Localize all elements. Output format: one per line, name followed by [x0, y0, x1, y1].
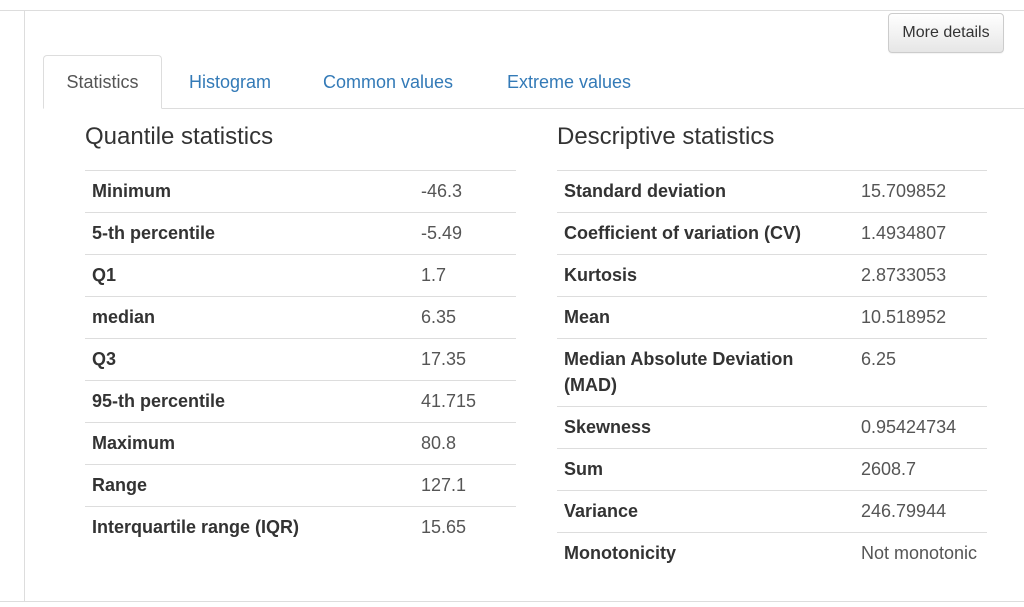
table-row: Sum 2608.7 [557, 448, 987, 491]
table-row: 5-th percentile -5.49 [85, 212, 516, 255]
row-label: 95-th percentile [85, 380, 414, 423]
row-value: 41.715 [414, 380, 516, 423]
table-row: median 6.35 [85, 296, 516, 339]
row-label: Range [85, 464, 414, 507]
tab-common-values[interactable]: Common values [303, 55, 473, 109]
row-value: 80.8 [414, 422, 516, 465]
table-row: Monotonicity Not monotonic [557, 532, 987, 574]
row-label: Interquartile range (IQR) [85, 506, 414, 548]
row-value: 17.35 [414, 338, 516, 381]
row-value: 1.7 [414, 254, 516, 297]
row-label: 5-th percentile [85, 212, 414, 255]
table-row: Median Absolute Deviation (MAD) 6.25 [557, 338, 987, 407]
row-label: Variance [557, 490, 854, 533]
row-value: 0.95424734 [854, 406, 987, 449]
descriptive-statistics-table: Standard deviation 15.709852 Coefficient … [557, 170, 987, 574]
row-value: 15.65 [414, 506, 516, 548]
table-row: Mean 10.518952 [557, 296, 987, 339]
more-details-button[interactable]: More details [888, 13, 1004, 53]
table-row: Variance 246.79944 [557, 490, 987, 533]
row-label: Sum [557, 448, 854, 491]
row-value: 246.79944 [854, 490, 987, 533]
table-row: 95-th percentile 41.715 [85, 380, 516, 423]
table-row: Standard deviation 15.709852 [557, 170, 987, 213]
row-label: Median Absolute Deviation (MAD) [557, 338, 854, 407]
row-label: Minimum [85, 170, 414, 213]
row-label: Kurtosis [557, 254, 854, 297]
table-row: Range 127.1 [85, 464, 516, 507]
quantile-statistics-table: Minimum -46.3 5-th percentile -5.49 Q1 1.7 … [85, 170, 516, 548]
table-row: Minimum -46.3 [85, 170, 516, 213]
table-row: Coefficient of variation (CV) 1.4934807 [557, 212, 987, 255]
table-row: Q3 17.35 [85, 338, 516, 381]
row-label: Mean [557, 296, 854, 339]
row-label: Q1 [85, 254, 414, 297]
row-label: Standard deviation [557, 170, 854, 213]
table-row: Skewness 0.95424734 [557, 406, 987, 449]
row-value: 1.4934807 [854, 212, 987, 255]
row-label: Coefficient of variation (CV) [557, 212, 854, 255]
row-value: 2608.7 [854, 448, 987, 491]
row-value: 10.518952 [854, 296, 987, 339]
table-row: Q1 1.7 [85, 254, 516, 297]
quantile-statistics-title: Quantile statistics [85, 123, 274, 150]
row-value: -46.3 [414, 170, 516, 213]
table-row: Interquartile range (IQR) 15.65 [85, 506, 516, 548]
row-value: 127.1 [414, 464, 516, 507]
bottom-divider [0, 601, 1024, 602]
tab-statistics[interactable]: Statistics [43, 55, 162, 109]
row-value: -5.49 [414, 212, 516, 255]
row-label: median [85, 296, 414, 339]
row-value: 2.8733053 [854, 254, 987, 297]
table-row: Maximum 80.8 [85, 422, 516, 465]
row-label: Q3 [85, 338, 414, 381]
tab-extreme-values[interactable]: Extreme values [485, 55, 653, 109]
row-value: 6.25 [854, 338, 987, 407]
table-row: Kurtosis 2.8733053 [557, 254, 987, 297]
row-label: Maximum [85, 422, 414, 465]
row-value: Not monotonic [854, 532, 987, 574]
row-label: Skewness [557, 406, 854, 449]
row-value: 15.709852 [854, 170, 987, 213]
tab-histogram[interactable]: Histogram [168, 55, 292, 109]
left-divider [24, 11, 25, 602]
row-value: 6.35 [414, 296, 516, 339]
top-divider [0, 0, 1024, 11]
descriptive-statistics-title: Descriptive statistics [557, 123, 775, 150]
row-label: Monotonicity [557, 532, 854, 574]
